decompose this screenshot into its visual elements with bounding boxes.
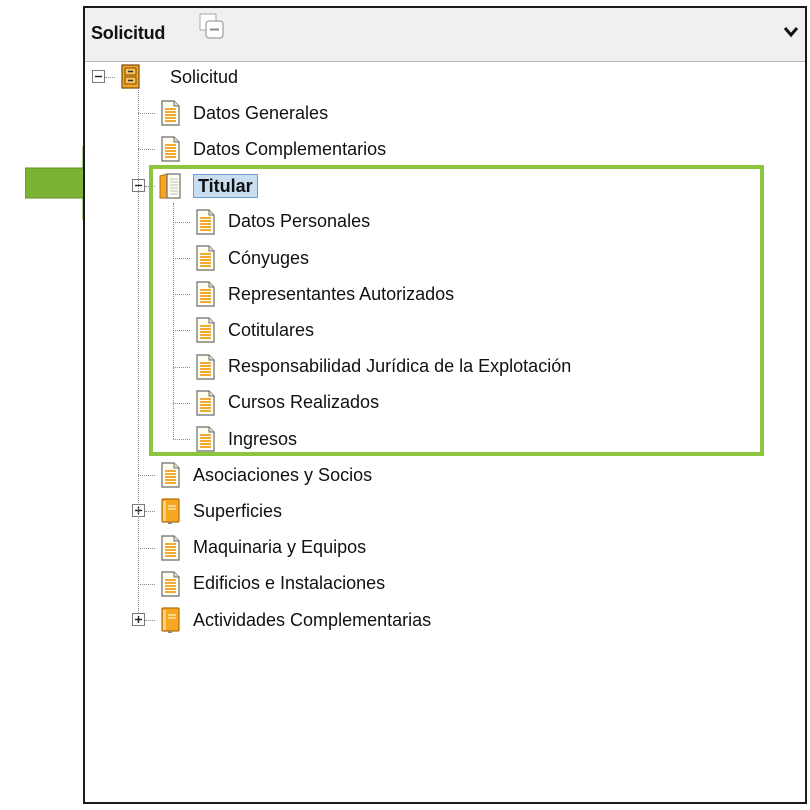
tree-connector-horizontal xyxy=(145,511,155,513)
tree-item-label: Actividades Complementarias xyxy=(193,609,432,630)
document-icon xyxy=(161,136,180,162)
tree-item[interactable]: Datos Complementarios xyxy=(193,132,386,166)
document-icon xyxy=(161,100,180,126)
chevron-down-icon[interactable] xyxy=(783,26,799,38)
tree-item[interactable]: Asociaciones y Socios xyxy=(193,458,372,492)
tree-item[interactable]: Superficies xyxy=(193,494,282,528)
tree-connector-horizontal xyxy=(138,113,155,115)
closed-book-icon xyxy=(161,498,180,525)
tree-item-label: Datos Generales xyxy=(193,102,329,123)
collapse-node-icon[interactable] xyxy=(92,70,105,83)
document-icon xyxy=(161,534,180,561)
tree-connector-horizontal xyxy=(105,77,115,78)
tree-connector-vertical xyxy=(138,86,139,613)
annotation-highlight-box xyxy=(149,165,764,456)
tree-item-label: Maquinaria y Equipos xyxy=(193,537,367,558)
tree-item-label: Asociaciones y Socios xyxy=(193,464,373,485)
tree-item-label: Superficies xyxy=(193,500,283,521)
tree-connector-horizontal xyxy=(145,620,155,621)
cabinet-icon xyxy=(121,64,140,89)
tree-connector-horizontal xyxy=(138,547,155,549)
document-icon xyxy=(161,571,180,597)
tree-item[interactable]: Edificios e Instalaciones xyxy=(193,567,385,601)
closed-book-icon xyxy=(161,607,180,633)
tree-item[interactable]: Datos Generales xyxy=(193,96,328,130)
tree-connector-horizontal xyxy=(138,583,155,585)
tree-root[interactable]: Solicitud xyxy=(170,60,238,94)
collapse-all-icon[interactable] xyxy=(199,13,226,40)
panel-header: Solicitud xyxy=(85,8,805,62)
tree-connector-horizontal xyxy=(138,475,155,477)
expand-node-icon[interactable] xyxy=(132,613,145,626)
tree-item[interactable]: Actividades Complementarias xyxy=(193,603,431,637)
document-icon xyxy=(161,462,180,488)
tree-root-label: Solicitud xyxy=(170,66,239,87)
tree-item[interactable]: Maquinaria y Equipos xyxy=(193,531,366,565)
tree-item-label: Edificios e Instalaciones xyxy=(193,573,386,594)
panel-title: Solicitud xyxy=(91,23,166,43)
tree-item-label: Datos Complementarios xyxy=(193,138,387,159)
tree-connector-horizontal xyxy=(138,149,155,151)
